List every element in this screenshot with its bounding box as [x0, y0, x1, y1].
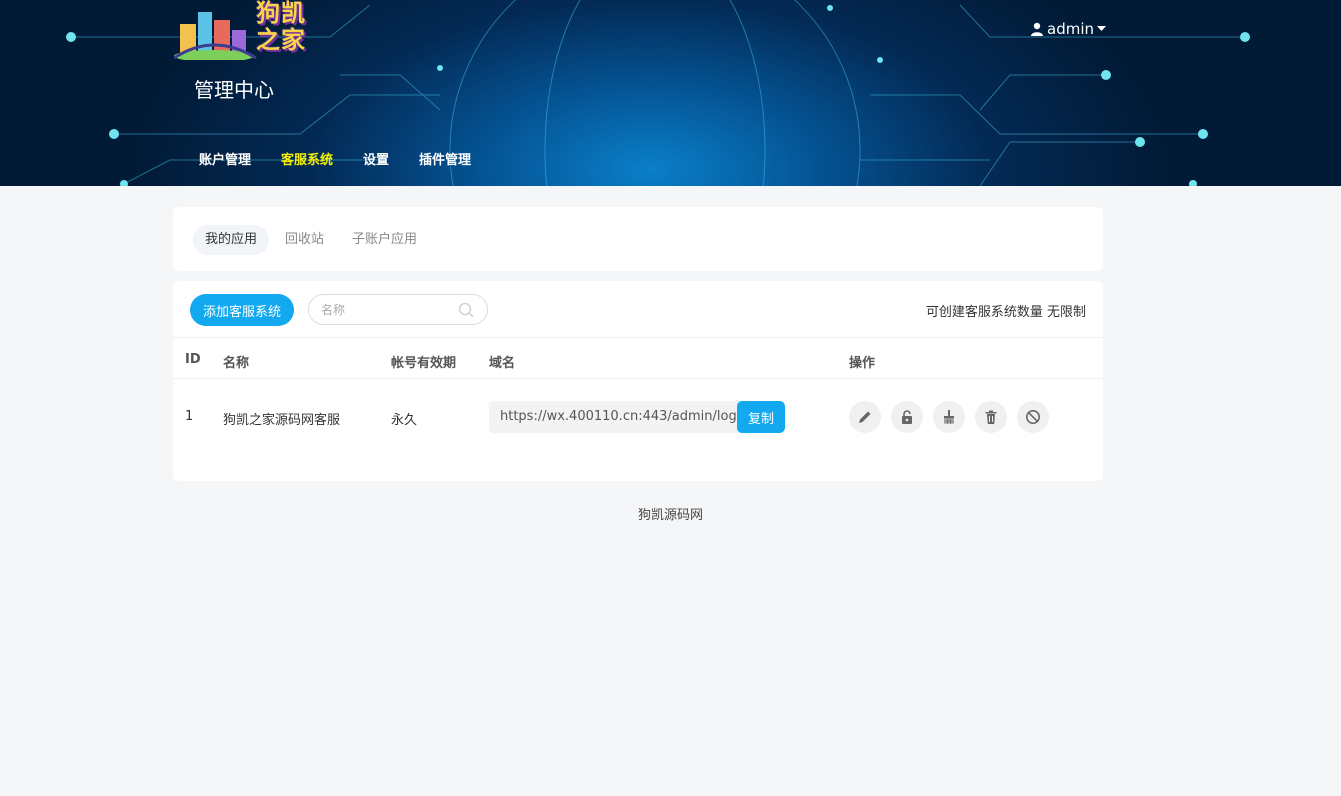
page-title: 管理中心 [194, 78, 274, 102]
row-id: 1 [185, 409, 194, 424]
nav-item-accounts[interactable]: 账户管理 [184, 140, 266, 186]
app-tabs: 我的应用 回收站 子账户应用 [193, 225, 429, 255]
nav-item-settings[interactable]: 设置 [348, 140, 404, 186]
quota-text: 可创建客服系统数量 无限制 [925, 305, 1086, 320]
user-icon [1031, 22, 1043, 36]
col-header-ops: 操作 [849, 356, 876, 371]
tab-recycle-bin[interactable]: 回收站 [273, 225, 336, 255]
copy-button[interactable]: 复制 [737, 401, 785, 433]
broom-icon [943, 410, 955, 425]
main-nav: 账户管理 客服系统 设置 插件管理 [184, 140, 486, 186]
domain-url[interactable]: https://wx.400110.cn:443/admin/login/ind… [500, 409, 738, 424]
tab-sub-account-apps[interactable]: 子账户应用 [340, 225, 429, 255]
disable-button[interactable] [1017, 401, 1049, 433]
nav-item-customer-service[interactable]: 客服系统 [266, 140, 348, 186]
row-name: 狗凯之家源码网客服 [223, 413, 341, 428]
delete-button[interactable] [975, 401, 1007, 433]
unlock-button[interactable] [891, 401, 923, 433]
tab-my-apps[interactable]: 我的应用 [193, 225, 270, 255]
logo-text: 狗凯之家 [256, 0, 306, 54]
row-validity: 永久 [391, 413, 418, 428]
add-service-button[interactable]: 添加客服系统 [190, 294, 294, 326]
header-banner: 狗凯之家 管理中心 admin 账户管理 客服系统 设置 插件管理 [0, 0, 1341, 186]
row-actions [849, 401, 1049, 433]
user-menu[interactable]: admin [1030, 20, 1106, 38]
search-input[interactable] [321, 300, 451, 320]
pencil-icon [859, 411, 871, 423]
tabs-card: 我的应用 回收站 子账户应用 [173, 207, 1103, 271]
domain-field: https://wx.400110.cn:443/admin/login/ind… [489, 401, 785, 433]
divider [173, 337, 1103, 338]
ban-icon [1026, 410, 1040, 424]
footer: 狗凯源码网 [637, 508, 703, 523]
divider [173, 378, 1103, 379]
caret-down-icon [1097, 26, 1106, 31]
apps-card: 添加客服系统 可创建客服系统数量 无限制 ID 名称 帐号有效期 域名 操作 1… [173, 281, 1103, 481]
unlock-icon [902, 410, 912, 424]
col-header-id: ID [185, 352, 201, 367]
trash-icon [985, 410, 997, 424]
edit-button[interactable] [849, 401, 881, 433]
nav-item-plugins[interactable]: 插件管理 [404, 140, 486, 186]
col-header-domain: 域名 [489, 356, 516, 371]
col-header-name: 名称 [223, 356, 250, 371]
col-header-validity: 帐号有效期 [391, 356, 457, 371]
user-name: admin [1047, 20, 1094, 38]
clear-button[interactable] [933, 401, 965, 433]
search-icon[interactable] [458, 302, 474, 318]
search-box [308, 294, 488, 325]
